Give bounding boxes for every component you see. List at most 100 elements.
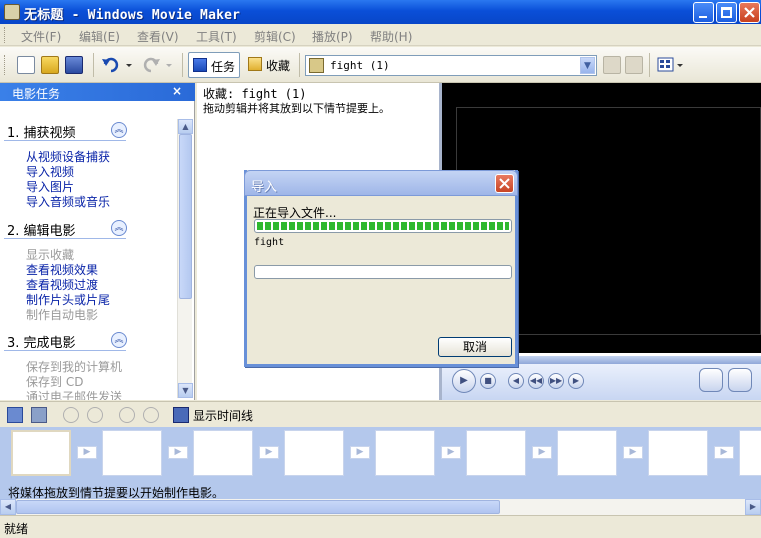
collection-icon: [309, 58, 324, 73]
progress-fill: [257, 222, 509, 230]
transition-cell[interactable]: ▶: [259, 446, 279, 459]
transition-cell[interactable]: ▶: [168, 446, 188, 459]
collections-label: 收藏: [266, 59, 291, 73]
transition-cell[interactable]: ▶: [441, 446, 461, 459]
status-text: 就绪: [4, 522, 29, 536]
storyboard-cell[interactable]: [102, 430, 162, 476]
section-finish-movie[interactable]: 3. 完成电影 ︽: [4, 329, 127, 351]
storyboard-cell[interactable]: [648, 430, 708, 476]
storyboard-cell[interactable]: [284, 430, 344, 476]
menu-play[interactable]: 播放(P): [312, 28, 353, 45]
storyboard-scrollbar[interactable]: ◀ ▶: [0, 499, 761, 515]
up-one-level-icon[interactable]: [603, 56, 621, 74]
section-title: 3. 完成电影: [7, 336, 76, 351]
new-project-icon[interactable]: [17, 56, 35, 74]
collapse-icon[interactable]: ︽: [111, 332, 127, 348]
storyboard-cell[interactable]: [193, 430, 253, 476]
menu-bar: 文件(F) 编辑(E) 查看(V) 工具(T) 剪辑(C) 播放(P) 帮助(H…: [0, 24, 761, 46]
section-capture-video[interactable]: 1. 捕获视频 ︽: [4, 119, 127, 141]
transition-cell[interactable]: ▶: [77, 446, 97, 459]
undo-icon[interactable]: [101, 55, 133, 75]
dialog-title-bar[interactable]: 导入: [244, 170, 518, 196]
link-import-audio[interactable]: 导入音频或音乐: [26, 193, 110, 210]
collection-dropdown[interactable]: fight (1) ▼: [305, 55, 597, 76]
collections-button[interactable]: 收藏: [244, 52, 294, 78]
collection-hint: 拖动剪辑并将其放到以下情节提要上。: [203, 102, 390, 115]
import-dialog: 导入 正在导入文件... fight 取消: [244, 170, 518, 367]
scroll-thumb[interactable]: [16, 500, 500, 514]
dialog-close-button[interactable]: [495, 174, 514, 193]
storyboard-cell[interactable]: [11, 430, 71, 476]
movie-tasks-pane: 电影任务 × 1. 捕获视频 ︽ 从视频设备捕获 导入视频 导入图片 导入音频或…: [0, 83, 195, 400]
storyboard-cell[interactable]: [466, 430, 526, 476]
task-pane-scrollbar[interactable]: ▲ ▼: [177, 119, 193, 398]
transition-cell[interactable]: ▶: [623, 446, 643, 459]
collection-value: fight (1): [330, 59, 390, 72]
toolbar-separator: [649, 53, 650, 77]
menu-file[interactable]: 文件(F): [21, 28, 61, 45]
save-project-icon[interactable]: [65, 56, 83, 74]
show-timeline-button[interactable]: 显示时间线: [193, 407, 253, 424]
transition-cell[interactable]: ▶: [532, 446, 552, 459]
import-progress-bar: [254, 219, 512, 233]
scroll-right-icon[interactable]: ▶: [745, 499, 761, 515]
task-pane-close-icon[interactable]: ×: [172, 84, 182, 98]
fast-forward-icon[interactable]: ▶▶: [548, 373, 564, 389]
cancel-button[interactable]: 取消: [438, 337, 512, 357]
rewind-icon[interactable]: ◀◀: [528, 373, 544, 389]
audio-levels-icon[interactable]: [31, 407, 47, 423]
import-filename: fight: [254, 237, 285, 248]
section-title: 1. 捕获视频: [7, 126, 76, 141]
maximize-button[interactable]: [716, 2, 737, 23]
scroll-down-icon[interactable]: ▼: [178, 383, 193, 398]
dialog-title: 导入: [251, 180, 278, 195]
collapse-icon[interactable]: ︽: [111, 122, 127, 138]
chevron-down-icon[interactable]: ▼: [580, 57, 595, 74]
tasks-button[interactable]: 任务: [188, 52, 241, 78]
title-bar[interactable]: 无标题 - Windows Movie Maker: [0, 0, 761, 24]
menu-tools[interactable]: 工具(T): [196, 28, 237, 45]
transition-cell[interactable]: ▶: [714, 446, 734, 459]
menu-edit[interactable]: 编辑(E): [79, 28, 120, 45]
transition-cell[interactable]: ▶: [350, 446, 370, 459]
open-project-icon[interactable]: [41, 56, 59, 74]
menu-grip: [4, 27, 7, 43]
task-pane-title: 电影任务: [12, 87, 61, 101]
previous-frame-icon[interactable]: ◀: [508, 373, 524, 389]
toolbar-separator: [299, 53, 300, 77]
new-collection-icon[interactable]: [625, 56, 643, 74]
status-bar: 就绪: [0, 515, 761, 538]
stop-icon[interactable]: ■: [480, 373, 496, 389]
toolbar-separator: [182, 53, 183, 77]
scroll-up-icon[interactable]: ▲: [178, 119, 193, 134]
file-progress-bar: [254, 265, 512, 279]
play-storyboard-icon: [143, 407, 159, 423]
storyboard-cell[interactable]: [557, 430, 617, 476]
collapse-icon[interactable]: ︽: [111, 220, 127, 236]
close-icon: [499, 178, 510, 189]
playback-controls: ▶ ■ ◀ ◀◀ ▶▶ ▶: [442, 364, 761, 400]
link-send-email: 通过电子邮件发送: [26, 390, 123, 400]
section-edit-movie[interactable]: 2. 编辑电影 ︽: [4, 217, 127, 239]
minimize-icon: [699, 16, 707, 18]
split-clip-icon[interactable]: [699, 368, 723, 392]
minimize-button[interactable]: [693, 2, 714, 23]
section-title: 2. 编辑电影: [7, 224, 76, 239]
link-make-automovie: 制作自动电影: [26, 308, 99, 322]
window-title: 无标题 - Windows Movie Maker: [24, 8, 241, 23]
views-icon[interactable]: [657, 56, 685, 74]
redo-icon[interactable]: [141, 55, 173, 75]
take-picture-icon[interactable]: [728, 368, 752, 392]
timeline-icon[interactable]: [173, 407, 189, 423]
play-icon[interactable]: ▶: [452, 369, 476, 393]
scroll-left-icon[interactable]: ◀: [0, 499, 16, 515]
storyboard-cell[interactable]: [739, 430, 761, 476]
scroll-thumb[interactable]: [179, 134, 192, 299]
close-button[interactable]: [739, 2, 760, 23]
menu-view[interactable]: 查看(V): [137, 28, 179, 45]
menu-clip[interactable]: 剪辑(C): [254, 28, 296, 45]
menu-help[interactable]: 帮助(H): [370, 28, 412, 45]
narrate-timeline-icon[interactable]: [7, 407, 23, 423]
storyboard-cell[interactable]: [375, 430, 435, 476]
next-frame-icon[interactable]: ▶: [568, 373, 584, 389]
